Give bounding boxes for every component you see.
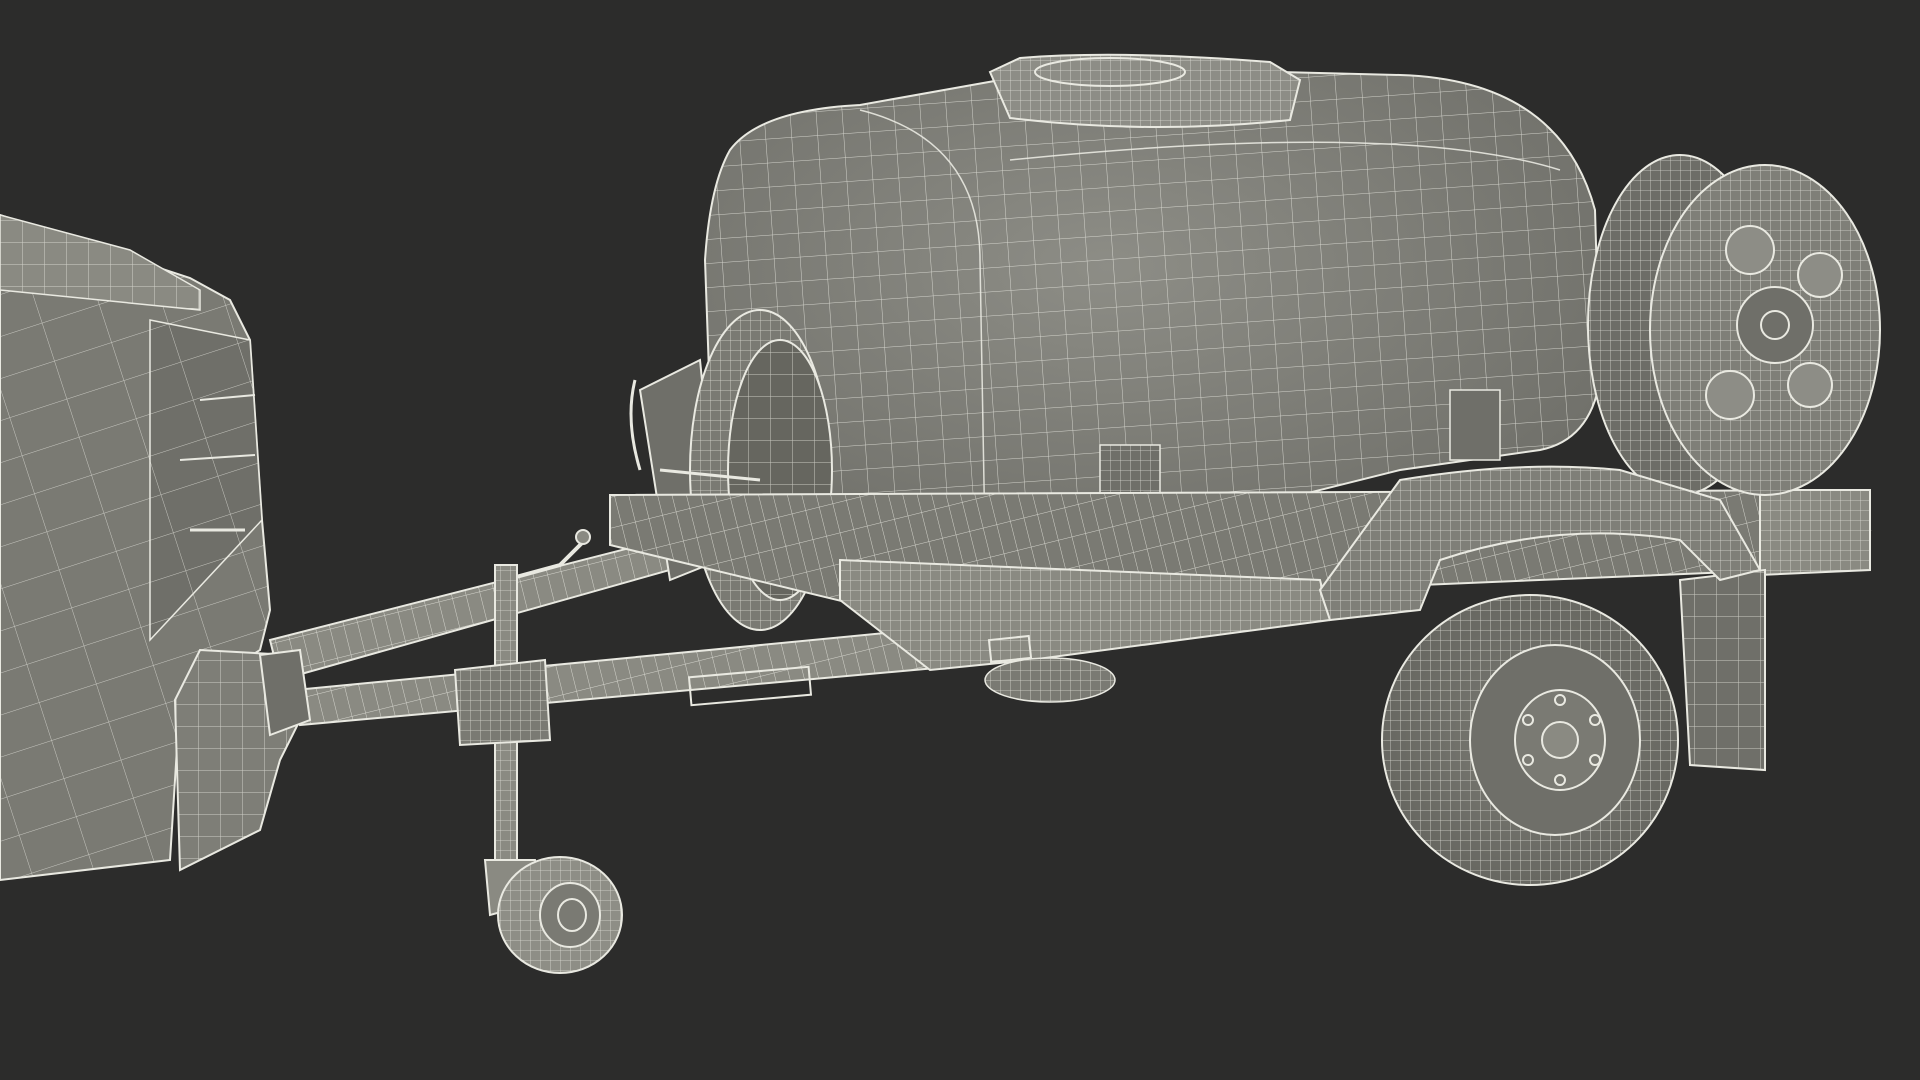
render-viewport [0, 0, 1920, 1080]
wireframe-render [0, 53, 1881, 974]
main-wheel [1381, 568, 1766, 886]
tow-vehicle-rear [0, 213, 302, 882]
rear-hose-reel [1587, 154, 1881, 496]
